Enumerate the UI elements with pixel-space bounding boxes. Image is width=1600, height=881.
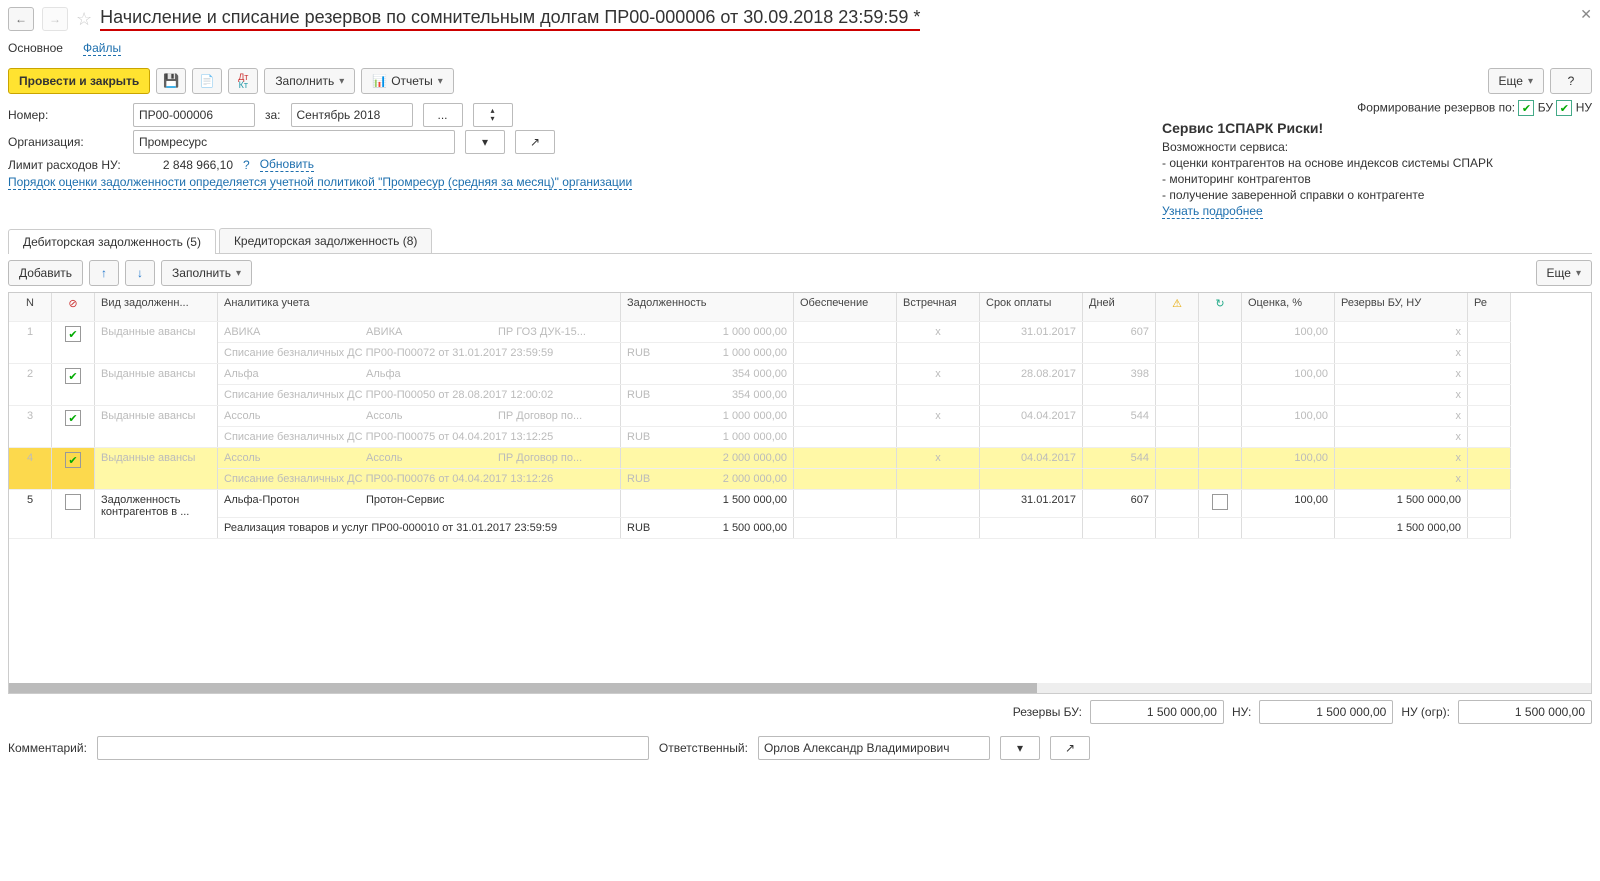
comment-input[interactable] xyxy=(97,736,649,760)
fill-button[interactable]: Заполнить xyxy=(264,68,355,94)
post-button[interactable]: 📄 xyxy=(192,68,222,94)
chk-nu[interactable]: ✔ xyxy=(1556,100,1572,116)
reserves-label: Формирование резервов по: xyxy=(1357,101,1515,115)
total-nu-lim: 1 500 000,00 xyxy=(1458,700,1592,724)
table-row[interactable]: 2✔Выданные авансыАльфаАльфа354 000,00x28… xyxy=(9,364,1511,385)
row-skip-checkbox[interactable]: ✔ xyxy=(65,368,81,384)
total-nu-lim-label: НУ (огр): xyxy=(1401,705,1450,719)
col-skip[interactable]: ⊘ xyxy=(52,293,95,322)
col-extra[interactable]: Ре xyxy=(1468,293,1511,322)
col-pct[interactable]: Оценка, % xyxy=(1242,293,1335,322)
report-icon: 📊 xyxy=(372,74,387,88)
period-label: за: xyxy=(265,108,281,122)
tab-files[interactable]: Файлы xyxy=(83,41,121,56)
total-nu: 1 500 000,00 xyxy=(1259,700,1393,724)
dtkt-button[interactable]: ДтКт xyxy=(228,68,258,94)
nav-forward-button[interactable]: → xyxy=(42,7,68,31)
total-nu-label: НУ: xyxy=(1232,705,1251,719)
col-reserve[interactable]: Резервы БУ, НУ xyxy=(1335,293,1468,322)
resp-input[interactable]: Орлов Александр Владимирович xyxy=(758,736,990,760)
col-type[interactable]: Вид задолженн... xyxy=(95,293,218,322)
move-up-button[interactable]: ↑ xyxy=(89,260,119,286)
dtkt-icon: ДтКт xyxy=(238,73,248,89)
help-button[interactable]: ? xyxy=(1550,68,1592,94)
save-button[interactable]: 💾 xyxy=(156,68,186,94)
col-warn[interactable]: ⚠ xyxy=(1156,293,1199,322)
row-skip-checkbox[interactable]: ✔ xyxy=(65,326,81,342)
document-title: Начисление и списание резервов по сомнит… xyxy=(100,7,920,31)
period-pick-button[interactable]: ... xyxy=(423,103,463,127)
col-refresh[interactable]: ↻ xyxy=(1199,293,1242,322)
table-row-sub[interactable]: Реализация товаров и услуг ПР00-000010 о… xyxy=(9,518,1511,539)
comment-label: Комментарий: xyxy=(8,741,87,755)
table-row[interactable]: 1✔Выданные авансыАВИКААВИКАПР ГОЗ ДУК-15… xyxy=(9,322,1511,343)
close-button[interactable]: ✕ xyxy=(1580,6,1592,23)
limit-label: Лимит расходов НУ: xyxy=(8,158,123,172)
refresh-icon: ↻ xyxy=(1215,298,1224,310)
org-label: Организация: xyxy=(8,135,123,149)
h-scrollbar[interactable] xyxy=(9,683,1591,693)
table-row[interactable]: 5Задолженность контрагентов в ...Альфа-П… xyxy=(9,490,1511,518)
row-refresh-checkbox[interactable] xyxy=(1212,494,1228,510)
resp-open-button[interactable]: ↗ xyxy=(1050,736,1090,760)
limit-value: 2 848 966,10 xyxy=(133,158,233,172)
tab-credit[interactable]: Кредиторская задолженность (8) xyxy=(219,228,432,253)
col-days[interactable]: Дней xyxy=(1083,293,1156,322)
nav-back-button[interactable]: ← xyxy=(8,7,34,31)
table-row[interactable]: 4✔Выданные авансыАссольАссольПР Договор … xyxy=(9,448,1511,469)
row-skip-checkbox[interactable]: ✔ xyxy=(65,452,81,468)
skip-icon: ⊘ xyxy=(68,298,77,310)
col-due[interactable]: Срок оплаты xyxy=(980,293,1083,322)
post-and-close-button[interactable]: Провести и закрыть xyxy=(8,68,150,94)
total-bu-label: Резервы БУ: xyxy=(1013,705,1082,719)
resp-dropdown-button[interactable]: ▾ xyxy=(1000,736,1040,760)
total-bu: 1 500 000,00 xyxy=(1090,700,1224,724)
number-input[interactable]: ПР00-000006 xyxy=(133,103,255,127)
period-input[interactable]: Сентябрь 2018 xyxy=(291,103,413,127)
col-analytics[interactable]: Аналитика учета xyxy=(218,293,621,322)
resp-label: Ответственный: xyxy=(659,741,748,755)
move-down-button[interactable]: ↓ xyxy=(125,260,155,286)
chk-bu[interactable]: ✔ xyxy=(1518,100,1534,116)
post-icon: 📄 xyxy=(200,74,215,88)
table-row-sub[interactable]: Списание безналичных ДС ПР00-П00072 от 3… xyxy=(9,343,1511,364)
org-input[interactable]: Промресурс xyxy=(133,130,455,154)
col-counter[interactable]: Встречная xyxy=(897,293,980,322)
warning-icon: ⚠ xyxy=(1172,298,1182,310)
save-icon: 💾 xyxy=(163,73,179,89)
favorite-star-icon[interactable]: ☆ xyxy=(76,9,92,30)
tab-main[interactable]: Основное xyxy=(8,41,63,56)
add-row-button[interactable]: Добавить xyxy=(8,260,83,286)
spark-title: Сервис 1СПАРК Риски! xyxy=(1162,120,1592,136)
table-row-sub[interactable]: Списание безналичных ДС ПР00-П00075 от 0… xyxy=(9,427,1511,448)
reports-button[interactable]: 📊Отчеты xyxy=(361,68,453,94)
col-debt[interactable]: Задолженность xyxy=(621,293,794,322)
table-row[interactable]: 3✔Выданные авансыАссольАссольПР Договор … xyxy=(9,406,1511,427)
list-more-button[interactable]: Еще xyxy=(1536,260,1592,286)
debt-table[interactable]: N ⊘ Вид задолженн... Аналитика учета Зад… xyxy=(8,292,1592,694)
update-link[interactable]: Обновить xyxy=(260,157,314,172)
table-row-sub[interactable]: Списание безналичных ДС ПР00-П00076 от 0… xyxy=(9,469,1511,490)
tab-debit[interactable]: Дебиторская задолженность (5) xyxy=(8,229,216,254)
limit-help[interactable]: ? xyxy=(243,158,250,172)
list-fill-button[interactable]: Заполнить xyxy=(161,260,252,286)
spark-more-link[interactable]: Узнать подробнее xyxy=(1162,204,1263,219)
col-secure[interactable]: Обеспечение xyxy=(794,293,897,322)
policy-link[interactable]: Порядок оценки задолженности определяетс… xyxy=(8,175,632,190)
row-skip-checkbox[interactable] xyxy=(65,494,81,510)
period-stepper[interactable]: ▴▾ xyxy=(473,103,513,127)
org-open-button[interactable]: ↗ xyxy=(515,130,555,154)
more-button[interactable]: Еще xyxy=(1488,68,1544,94)
table-row-sub[interactable]: Списание безналичных ДС ПР00-П00050 от 2… xyxy=(9,385,1511,406)
spark-sub: Возможности сервиса: xyxy=(1162,140,1592,154)
col-n[interactable]: N xyxy=(9,293,52,322)
row-skip-checkbox[interactable]: ✔ xyxy=(65,410,81,426)
number-label: Номер: xyxy=(8,108,123,122)
org-dropdown-button[interactable]: ▾ xyxy=(465,130,505,154)
